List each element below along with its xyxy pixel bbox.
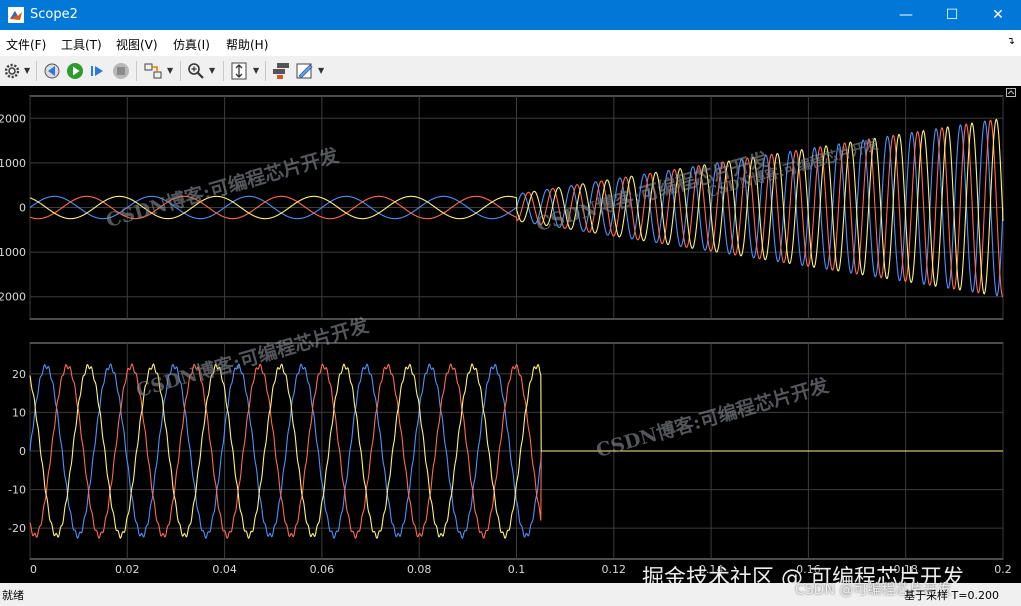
menu-tools[interactable]: 工具(T)	[61, 36, 102, 53]
menu-view[interactable]: 视图(V)	[116, 36, 158, 53]
close-button[interactable]: ✕	[975, 0, 1021, 30]
y-tick-label: 20	[12, 368, 26, 381]
y-tick-label: -10	[8, 484, 26, 497]
run-icon[interactable]	[65, 61, 85, 81]
toolbar-separator	[36, 61, 37, 81]
x-tick-label: 0.1	[508, 563, 526, 576]
highlight-dropdown-icon[interactable]: ▼	[167, 66, 173, 75]
highlight-block-icon[interactable]	[143, 61, 163, 81]
autoscale-dropdown-icon[interactable]: ▼	[253, 66, 259, 75]
zoom-dropdown-icon[interactable]: ▼	[209, 66, 215, 75]
style-icon[interactable]	[295, 61, 315, 81]
maximize-button[interactable]: ☐	[929, 0, 975, 30]
style-dropdown-icon[interactable]: ▼	[318, 66, 324, 75]
scope-plot-area[interactable]: 2000 1000 0 -1000 -2000 20 10 0 -10 -20 0 0.02 0.0…	[0, 86, 1021, 591]
status-bar: 就绪 CSDN @可编程芯片开发 基于采样 T=0.200	[0, 582, 1021, 606]
layout-icon[interactable]	[271, 61, 291, 81]
y-tick-label: -1000	[0, 246, 26, 259]
x-tick-label: 0.08	[407, 563, 432, 576]
y-tick-label: 2000	[0, 112, 26, 125]
dock-arrow-icon[interactable]: ↴	[1007, 36, 1015, 47]
scope-display[interactable]: 2000 1000 0 -1000 -2000 20 10 0 -10 -20 0 0.02 0.0…	[0, 86, 1021, 583]
autoscale-icon[interactable]	[229, 61, 249, 81]
x-tick-label: 0.06	[310, 563, 335, 576]
x-tick-label: 0.2	[994, 563, 1012, 576]
x-tick-label: 0.12	[602, 563, 627, 576]
x-tick-label: 0	[30, 563, 37, 576]
toolbar-separator	[265, 61, 266, 81]
x-tick-label: 0.02	[115, 563, 140, 576]
y-tick-label: 1000	[0, 157, 26, 170]
zoom-icon[interactable]	[186, 61, 206, 81]
gear-icon[interactable]	[2, 61, 22, 81]
title-bar: Scope2 — ☐ ✕	[0, 0, 1021, 30]
y-tick-label: -2000	[0, 291, 26, 304]
menu-simulation[interactable]: 仿真(I)	[173, 36, 210, 53]
matlab-icon	[8, 7, 24, 23]
toolbar-separator	[223, 61, 224, 81]
menu-file[interactable]: 文件(F)	[6, 36, 46, 53]
y-tick-label: -20	[8, 522, 26, 535]
step-back-icon[interactable]	[42, 61, 62, 81]
minimize-button[interactable]: —	[883, 0, 929, 30]
x-tick-label: 0.04	[212, 563, 237, 576]
y-tick-label: 10	[12, 406, 26, 419]
toolbar: ▼ ▼ ▼ ▼ ▼	[0, 56, 1021, 87]
y-tick-label: 0	[19, 445, 26, 458]
toolbar-separator	[180, 61, 181, 81]
menu-help[interactable]: 帮助(H)	[226, 36, 268, 53]
menu-bar: 文件(F) 工具(T) 视图(V) 仿真(I) 帮助(H) ↴	[0, 30, 1021, 56]
stop-icon[interactable]	[111, 61, 131, 81]
step-forward-icon[interactable]	[88, 61, 108, 81]
sample-time-text: 基于采样 T=0.200	[904, 589, 999, 602]
gear-dropdown-icon[interactable]: ▼	[24, 66, 30, 75]
y-tick-label: 0	[19, 202, 26, 215]
expand-axes-icon[interactable]	[1006, 88, 1016, 97]
window-title: Scope2	[30, 7, 78, 22]
status-text: 就绪	[2, 589, 24, 602]
toolbar-separator	[136, 61, 137, 81]
